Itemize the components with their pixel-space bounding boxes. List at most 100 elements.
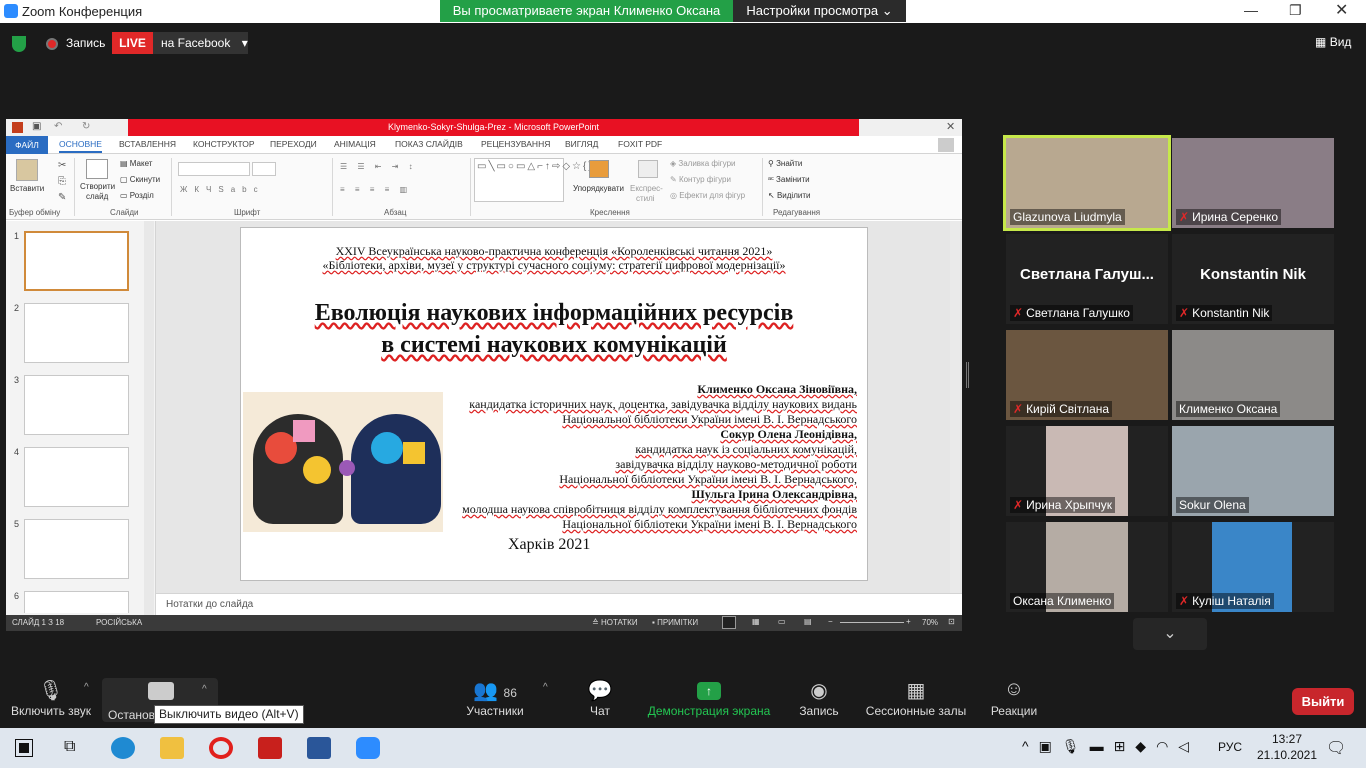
font-size-input[interactable] [252,162,276,176]
shape-outline-button[interactable]: ✎ Контур фігури [670,175,731,184]
reset-button[interactable]: ▢ Скинути [120,175,160,184]
thumbs-scrollbar[interactable] [144,221,154,615]
slideshow-view-icon[interactable]: ▤ [804,617,812,626]
file-explorer-icon[interactable] [160,737,184,759]
redo-icon[interactable]: ↻ [82,121,90,132]
paste-label[interactable]: Вставити [10,184,44,193]
tab-transitions[interactable]: ПЕРЕХОДИ [270,139,317,149]
view-button[interactable]: ▦ Вид [1315,35,1351,49]
save-icon[interactable]: ▣ [32,121,41,132]
notifications-icon[interactable]: 🗨 [1326,738,1346,758]
section-button[interactable]: ▭ Розділ [120,191,154,200]
tab-animations[interactable]: АНІМАЦІЯ [334,139,376,149]
comments-toggle[interactable]: ▪ ПРИМІТКИ [652,618,698,627]
maximize-icon[interactable]: ❐ [1289,2,1302,19]
participants-button[interactable]: 👥 86 Участники [460,678,530,718]
unmute-button[interactable]: 🎙 Включить звук [6,678,96,718]
participant-tile[interactable]: Konstantin Nik ✗ Konstantin Nik [1172,234,1334,324]
word-icon[interactable] [307,737,331,759]
shape-effects-button[interactable]: ◎ Ефекти для фігур [670,191,745,200]
participant-tile[interactable]: ✗ Кирій Світлана [1006,330,1168,420]
replace-button[interactable]: ᵃᶜ Замінити [768,175,810,184]
close-icon[interactable]: ✕ [1335,0,1348,20]
slide-scrollbar[interactable] [950,221,960,593]
reading-view-icon[interactable]: ▭ [778,617,786,626]
slide-thumbnail[interactable] [24,303,129,363]
quick-styles-label-2[interactable]: стилі [636,194,655,203]
tab-review[interactable]: РЕЦЕНЗУВАННЯ [481,139,550,149]
layout-button[interactable]: ▤ Макет [120,159,152,168]
shield-icon[interactable] [12,36,26,52]
notes-pane[interactable]: Нотатки до слайда [156,593,962,615]
slide-thumbnail[interactable] [24,231,129,291]
participant-tile[interactable]: ✗ Ирина Серенко [1172,138,1334,228]
zoom-slider[interactable] [840,622,904,623]
tab-file[interactable]: ФАЙЛ [6,136,48,154]
participant-tile[interactable]: Glazunova Liudmyla [1003,135,1171,231]
participant-tile[interactable]: ✗ Ирина Хрыпчук [1006,426,1168,516]
participant-tile[interactable]: Оксана Клименко [1006,522,1168,612]
tab-view[interactable]: ВИГЛЯД [565,139,598,149]
zoom-taskbar-icon[interactable] [356,737,380,759]
participants-options-chevron-icon[interactable]: ^ [543,682,548,693]
quick-styles-icon[interactable] [638,160,658,178]
slide-thumbnail[interactable] [24,375,129,435]
quick-styles-label-1[interactable]: Експрес- [630,184,663,193]
participant-tile[interactable]: Светлана Галуш... ✗ Светлана Галушко [1006,234,1168,324]
edge-icon[interactable] [111,737,135,759]
account-icon[interactable] [938,138,954,152]
copy-icon[interactable]: ⎘ [58,176,66,187]
live-target-dropdown[interactable]: на Facebook ▾ [153,32,248,54]
format-painter-icon[interactable]: ✎ [58,192,66,203]
ppt-close-icon[interactable]: ✕ [946,120,955,133]
paste-icon[interactable] [16,159,38,181]
tab-home[interactable]: ОСНОВНЕ [59,139,102,153]
participant-tile[interactable]: ✗ Куліш Наталія [1172,522,1334,612]
zoom-level[interactable]: 70% [922,618,938,627]
shape-fill-button[interactable]: ◈ Заливка фігури [670,159,736,168]
normal-view-icon[interactable] [722,616,736,629]
slide-thumbnail[interactable] [24,591,129,613]
tab-foxit[interactable]: FOXIT PDF [618,139,662,149]
opera-icon[interactable] [209,737,233,759]
slide-thumbnail[interactable] [24,447,129,507]
language-status[interactable]: РОСІЙСЬКА [96,618,142,627]
minimize-icon[interactable]: — [1244,2,1258,18]
system-tray-icons[interactable]: ^▣🎙▬⊞◆◠◁ [1022,738,1199,755]
tab-slideshow[interactable]: ПОКАЗ СЛАЙДІВ [395,139,463,149]
splitter-handle[interactable] [966,362,969,388]
font-name-input[interactable] [178,162,250,176]
arrange-icon[interactable] [589,160,609,178]
find-button[interactable]: ⚲ Знайти [768,159,802,168]
list-icons[interactable]: ☰ ☰ ⇤ ⇥ ↕ [340,162,417,171]
breakout-rooms-button[interactable]: ▦ Сессионные залы [862,678,970,718]
share-screen-button[interactable]: ↑ Демонстрация экрана [644,678,774,718]
new-slide-label-1[interactable]: Створити [80,182,115,191]
select-button[interactable]: ↖ Виділити [768,191,810,200]
notes-toggle[interactable]: ≙ НОТАТКИ [592,618,638,627]
video-options-chevron-icon[interactable]: ^ [202,684,207,695]
align-icons[interactable]: ≡ ≡ ≡ ≡ ▥ [340,185,411,194]
participant-tile[interactable]: Sokur Olena [1172,426,1334,516]
recording-label[interactable]: Запись [66,36,105,50]
input-language[interactable]: РУС [1218,740,1242,754]
gallery-next-chevron-icon[interactable]: ⌄ [1133,618,1207,650]
shapes-gallery[interactable]: ▭╲▭○▭△⌐↑⇨◇☆{} [474,158,592,202]
fit-slide-icon[interactable]: ⊡ [948,617,955,626]
clock-time[interactable]: 13:27 [1262,732,1312,746]
tab-insert[interactable]: ВСТАВЛЕННЯ [119,139,176,149]
audio-options-chevron-icon[interactable]: ^ [84,682,89,693]
live-badge[interactable]: LIVE [112,32,153,54]
new-slide-icon[interactable] [86,159,108,179]
slide-thumbnail[interactable] [24,519,129,579]
slide[interactable]: XXIV Всеукраїнська науково-практична кон… [240,227,868,581]
new-slide-label-2[interactable]: слайд [86,192,108,201]
task-view-icon[interactable]: ⧉ [64,738,75,756]
arrange-label[interactable]: Упорядкувати [573,184,624,193]
participant-tile[interactable]: Клименко Оксана [1172,330,1334,420]
undo-icon[interactable]: ↶ [54,121,62,132]
record-button[interactable]: ◉ Запись [792,678,846,718]
tab-design[interactable]: КОНСТРУКТОР [193,139,255,149]
zoom-out-icon[interactable]: − [828,617,833,626]
cut-icon[interactable]: ✂ [58,160,66,171]
